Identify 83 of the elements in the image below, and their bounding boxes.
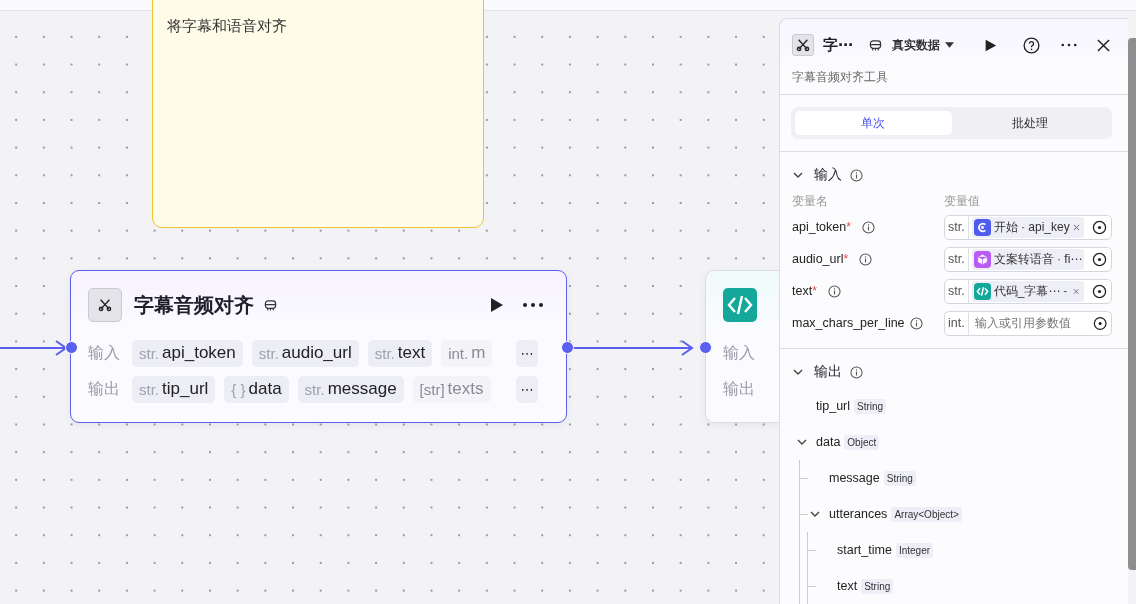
cube-icon — [973, 250, 991, 268]
start-icon — [973, 218, 991, 236]
field-name: text — [837, 579, 858, 593]
param-name: audio_url — [792, 252, 844, 266]
value-field[interactable]: str. 代码_字幕⋯ - — [944, 278, 1112, 304]
panel-subtitle: 字幕音频对齐工具 — [791, 69, 889, 85]
info-icon — [850, 168, 863, 182]
mode-tab[interactable]: 单次 — [795, 111, 952, 135]
section-title: 输出 — [814, 363, 842, 381]
caret-icon — [945, 42, 954, 48]
badge-icon — [869, 38, 882, 52]
value-field[interactable]: str. 文案转语音 · fi⋯ — [944, 246, 1112, 272]
param-name: api_token — [792, 220, 847, 234]
code-icon — [973, 282, 991, 300]
field-name: tip_url — [816, 399, 851, 413]
port-label: 输入 — [723, 342, 756, 363]
value-input[interactable]: 输入或引用参数值 — [968, 316, 1093, 330]
required-asterisk: * — [843, 252, 849, 266]
type-label: str. — [945, 215, 969, 239]
play-icon[interactable] — [488, 297, 504, 313]
port-label: 输出 — [723, 378, 756, 399]
reference-tag: 代码_字幕⋯ - — [971, 280, 1084, 302]
note-text: 将字幕和语音对齐 — [167, 17, 287, 34]
scissors-icon — [98, 298, 112, 312]
badge-icon — [264, 298, 277, 312]
more-button[interactable]: ⋯ — [516, 339, 538, 367]
scrollbar[interactable] — [1128, 38, 1136, 570]
value-field[interactable]: int. 输入或引用参数值 — [944, 310, 1112, 336]
type-label: str. — [945, 247, 969, 271]
close-icon[interactable] — [1097, 38, 1110, 52]
field-name: utterances — [829, 507, 888, 521]
panel-title: 字⋯ — [823, 35, 853, 55]
node-card[interactable]: 字幕音频对齐 输入 str. api_token str. audio_url str. text int. m ⋯ 输出 str. tip_url { } data str. message [str] texts ⋯ — [70, 270, 567, 423]
param-chip: str. message — [297, 375, 404, 403]
param-chip: { } data — [224, 375, 289, 403]
param-chip: str. text — [367, 339, 433, 367]
port-label: 输出 — [88, 378, 121, 399]
code-icon — [723, 288, 757, 322]
info-icon — [909, 316, 923, 330]
target-icon[interactable] — [1092, 219, 1107, 235]
more-icon[interactable] — [522, 302, 544, 308]
connector-arrow — [0, 340, 68, 356]
type-label: str. — [945, 279, 969, 303]
info-icon — [859, 252, 873, 266]
column-header: 变量值 — [944, 192, 981, 210]
reference-tag: 开始 · api_key — [971, 216, 1084, 238]
param-name: max_chars_per_line — [792, 316, 905, 330]
param-chip: str. audio_url — [251, 339, 359, 367]
type-tag: String — [861, 578, 894, 594]
node-title: 字幕音频对齐 — [134, 292, 254, 318]
target-icon[interactable] — [1092, 315, 1107, 331]
field-name: data — [816, 435, 841, 449]
field-name: start_time — [837, 543, 892, 557]
type-label: int. — [945, 311, 969, 335]
more-button[interactable]: ⋯ — [516, 375, 538, 403]
info-icon — [827, 284, 841, 298]
param-chip: str. api_token — [132, 339, 243, 367]
required-asterisk: * — [846, 220, 851, 234]
target-icon[interactable] — [1092, 251, 1107, 267]
type-tag: Object — [844, 434, 880, 450]
info-icon — [861, 220, 875, 234]
column-header: 变量名 — [792, 192, 829, 210]
section-title: 输入 — [814, 166, 842, 184]
reference-tag: 文案转语音 · fi⋯ — [971, 248, 1084, 270]
port-label: 输入 — [88, 342, 121, 363]
field-name: message — [829, 471, 880, 485]
target-icon[interactable] — [1092, 283, 1107, 299]
help-icon[interactable] — [1023, 36, 1040, 54]
more-icon[interactable] — [1061, 43, 1077, 47]
mode-tab[interactable]: 批处理 — [951, 111, 1108, 135]
required-asterisk: * — [812, 284, 817, 298]
type-tag: String — [854, 398, 887, 414]
data-source-dropdown[interactable]: 真实数据 — [888, 36, 958, 54]
type-tag: Array<Object> — [891, 506, 962, 522]
param-chip: [str] texts — [412, 375, 491, 403]
param-name: text — [792, 284, 813, 298]
value-field[interactable]: str. 开始 · api_key — [944, 214, 1112, 240]
param-chip: int. m — [441, 339, 493, 367]
play-icon[interactable] — [984, 38, 997, 52]
type-tag: Integer — [895, 542, 934, 558]
param-chip: str. tip_url — [132, 375, 216, 403]
info-icon — [850, 365, 863, 379]
type-tag: String — [883, 470, 916, 486]
